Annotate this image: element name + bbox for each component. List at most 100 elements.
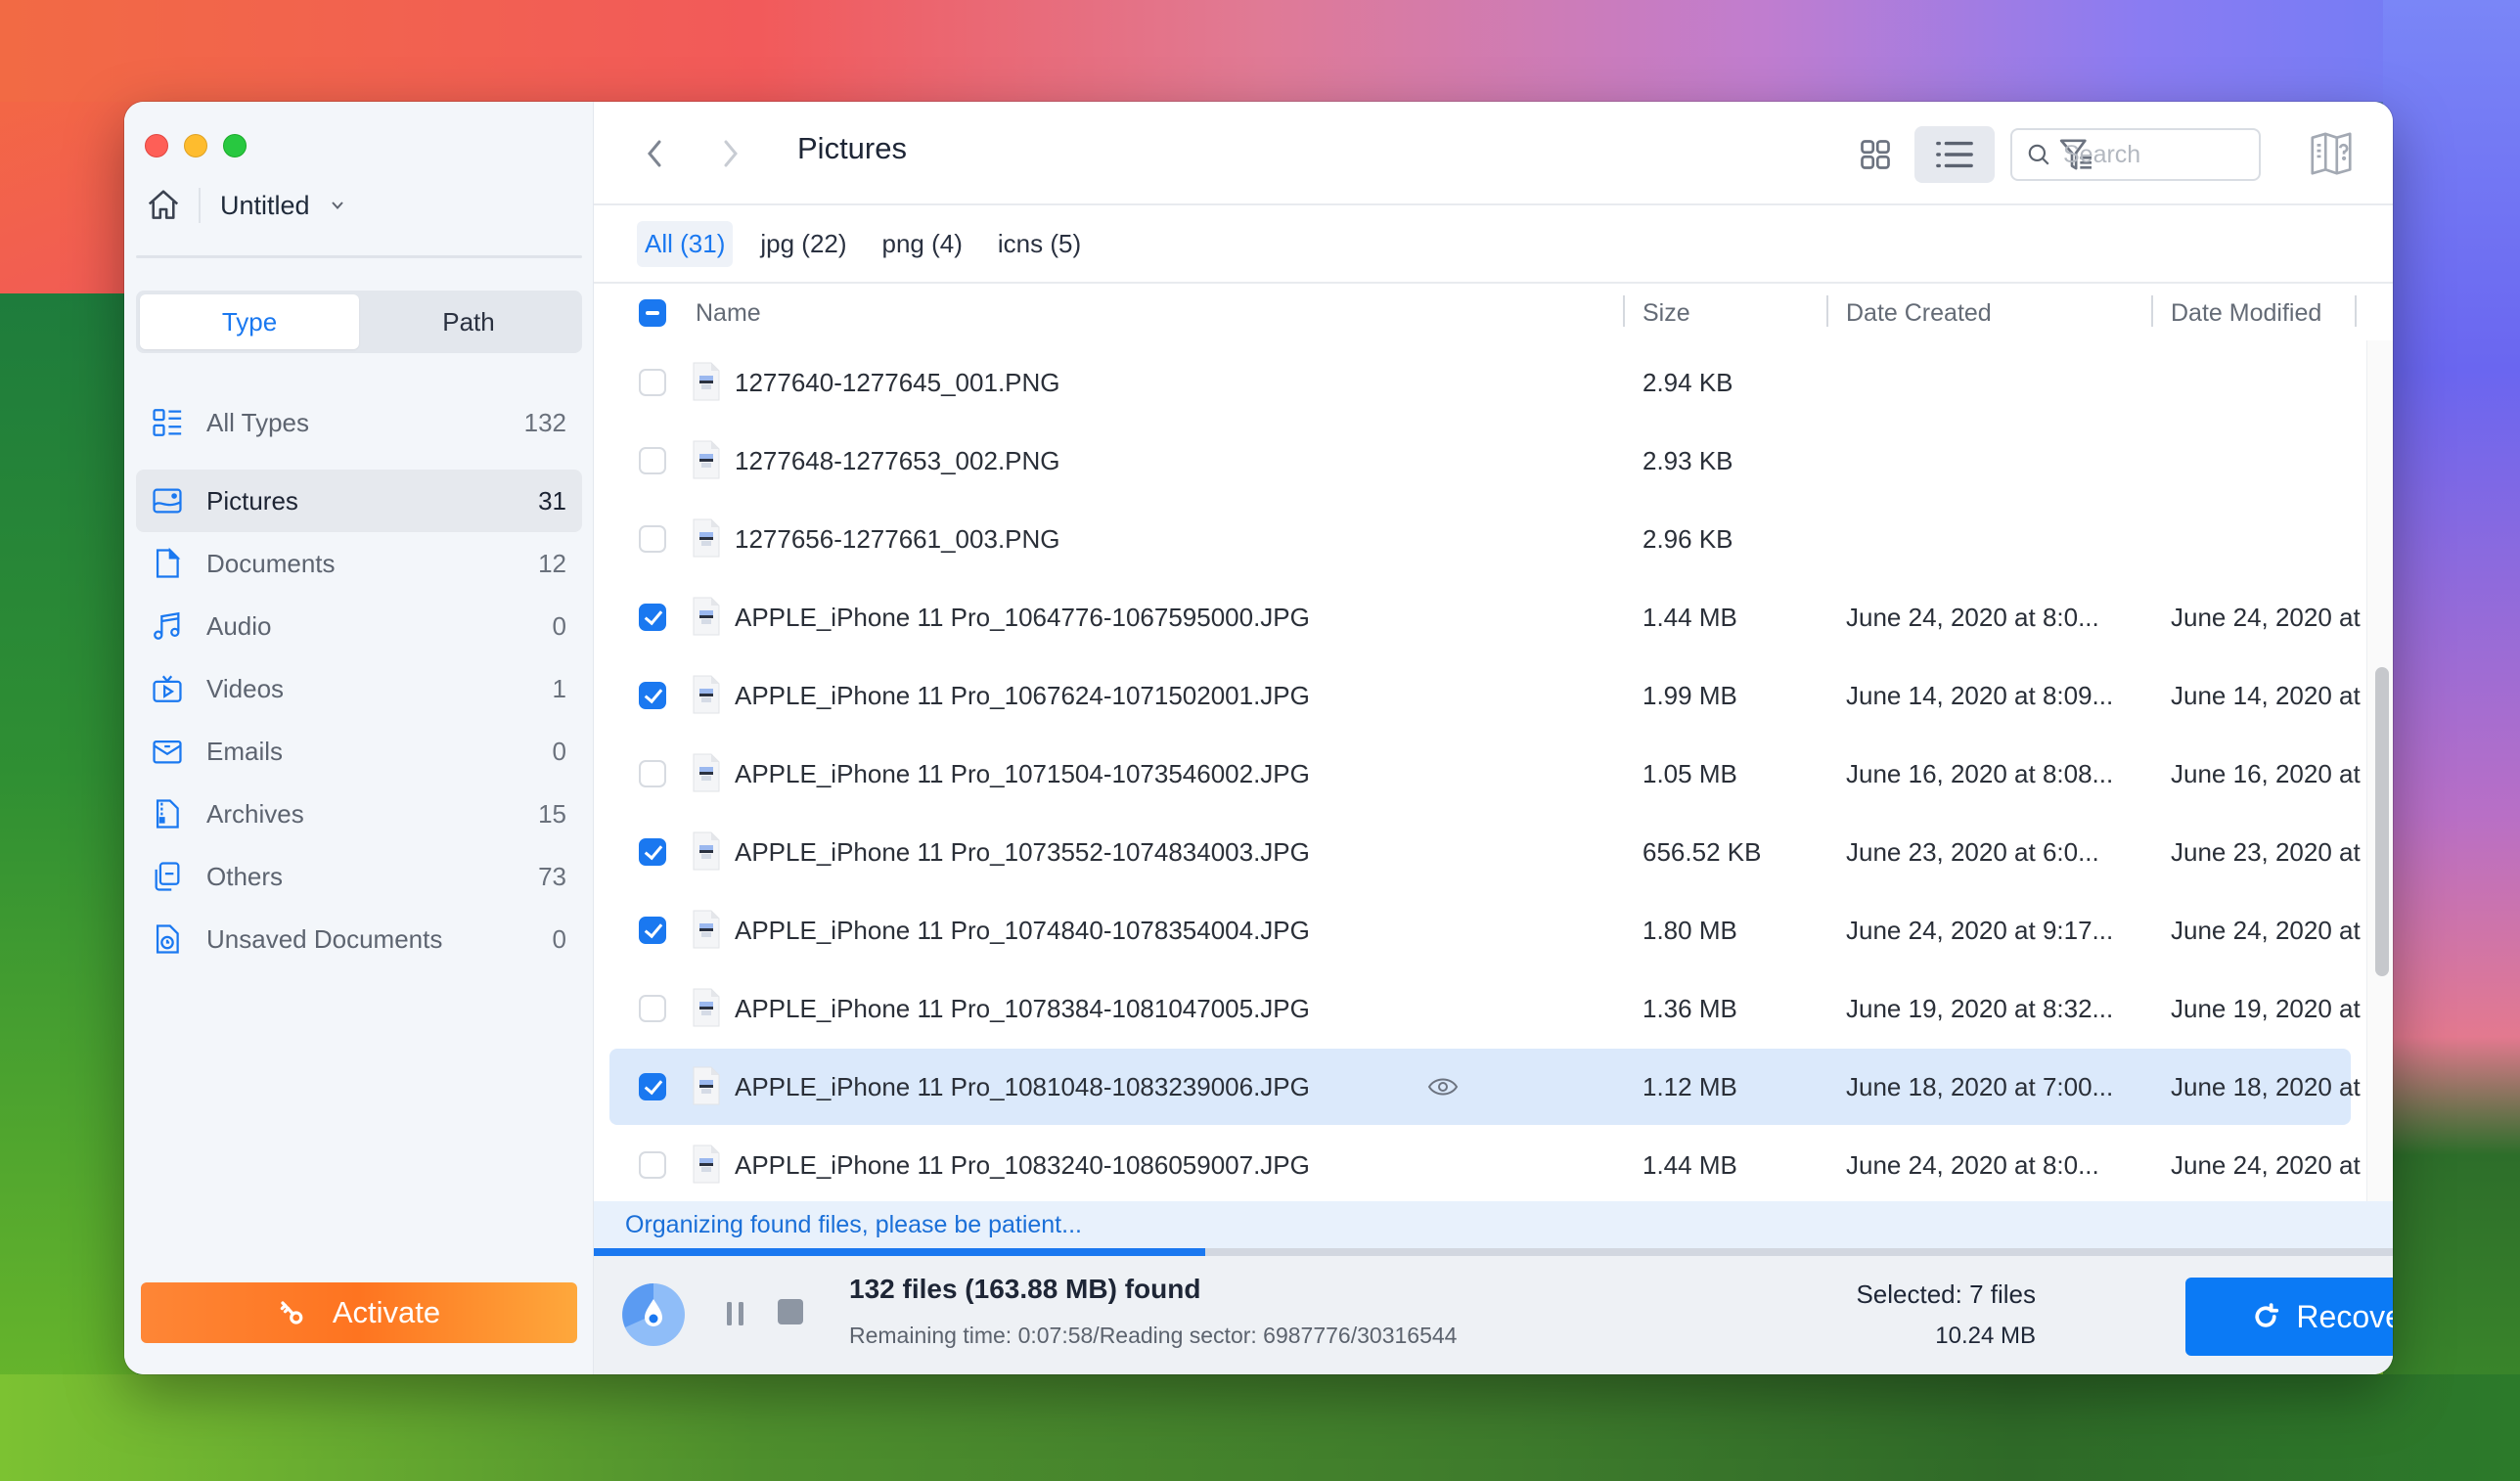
row-checkbox[interactable] bbox=[639, 838, 666, 866]
column-divider[interactable] bbox=[1826, 295, 1828, 327]
table-header: Name Size Date Created Date Modified bbox=[594, 284, 2374, 340]
file-date-modified: June 14, 2020 at 8:09... bbox=[2171, 681, 2366, 710]
help-manual-icon[interactable] bbox=[2302, 125, 2361, 184]
file-date-created: June 24, 2020 at 8:0... bbox=[1846, 603, 2099, 632]
sidebar-item-count: 73 bbox=[538, 861, 566, 891]
recover-button[interactable]: Recover bbox=[2185, 1278, 2393, 1356]
chevron-down-icon[interactable] bbox=[328, 196, 347, 215]
row-checkbox[interactable] bbox=[639, 995, 666, 1022]
tab-all[interactable]: All (31) bbox=[637, 220, 734, 267]
table-row[interactable]: 1277648-1277653_002.PNG 2.93 KB bbox=[609, 423, 2351, 499]
table-row[interactable]: APPLE_iPhone 11 Pro_1081048-1083239006.J… bbox=[609, 1049, 2366, 1125]
sidebar-item-videos[interactable]: Videos 1 bbox=[136, 657, 582, 720]
column-header-date-created[interactable]: Date Created bbox=[1846, 299, 1992, 328]
table-row[interactable]: APPLE_iPhone 11 Pro_1071504-1073546002.J… bbox=[609, 736, 2366, 812]
segment-path[interactable]: Path bbox=[359, 294, 578, 349]
image-file-icon bbox=[692, 362, 721, 401]
file-size: 2.93 KB bbox=[1642, 446, 1733, 475]
table-row[interactable]: 1277656-1277661_003.PNG 2.96 KB bbox=[609, 501, 2351, 577]
status-strip: Organizing found files, please be patien… bbox=[594, 1201, 2393, 1248]
row-checkbox[interactable] bbox=[639, 917, 666, 944]
activate-label: Activate bbox=[332, 1295, 441, 1329]
file-size: 2.96 KB bbox=[1642, 524, 1733, 554]
table-row[interactable]: APPLE_iPhone 11 Pro_1073552-1074834003.J… bbox=[609, 814, 2366, 890]
scrollbar-thumb[interactable] bbox=[2375, 667, 2389, 976]
column-divider[interactable] bbox=[2151, 295, 2153, 327]
row-checkbox[interactable] bbox=[639, 525, 666, 553]
scrollbar[interactable] bbox=[2366, 340, 2393, 1303]
sidebar-item-label: Pictures bbox=[206, 485, 298, 516]
table-row[interactable]: 1277640-1277645_001.PNG 2.94 KB bbox=[609, 344, 2351, 421]
file-date-modified: June 19, 2020 at 8:32... bbox=[2171, 994, 2366, 1023]
sidebar-item-emails[interactable]: Emails 0 bbox=[136, 720, 582, 783]
desktop-wallpaper-left bbox=[0, 293, 137, 1481]
unsaved-document-icon bbox=[150, 921, 185, 957]
column-header-name[interactable]: Name bbox=[696, 299, 761, 328]
sidebar-item-count: 1 bbox=[552, 673, 566, 703]
sidebar-item-documents[interactable]: Documents 12 bbox=[136, 532, 582, 595]
row-checkbox[interactable] bbox=[639, 1073, 666, 1100]
column-divider[interactable] bbox=[2355, 295, 2357, 327]
table-row[interactable]: APPLE_iPhone 11 Pro_1064776-1067595000.J… bbox=[609, 579, 2366, 655]
tab-jpg[interactable]: jpg (22) bbox=[752, 221, 854, 267]
tab-png[interactable]: png (4) bbox=[875, 221, 970, 267]
stop-button[interactable] bbox=[778, 1299, 803, 1324]
sidebar-item-count: 0 bbox=[552, 923, 566, 954]
search-input[interactable] bbox=[2063, 140, 2249, 169]
column-header-date-modified[interactable]: Date Modified bbox=[2171, 299, 2321, 328]
sidebar-item-label: Videos bbox=[206, 673, 285, 703]
table-row[interactable]: APPLE_iPhone 11 Pro_1078384-1081047005.J… bbox=[609, 970, 2366, 1047]
sidebar-item-count: 0 bbox=[552, 736, 566, 766]
sidebar-item-others[interactable]: Others 73 bbox=[136, 845, 582, 908]
sidebar-item-all-types[interactable]: All Types 132 bbox=[136, 391, 582, 454]
table-row[interactable]: APPLE_iPhone 11 Pro_1067624-1071502001.J… bbox=[609, 657, 2366, 734]
image-file-icon bbox=[692, 518, 721, 558]
select-all-checkbox[interactable] bbox=[639, 299, 666, 327]
music-note-icon bbox=[150, 608, 185, 644]
image-file-icon bbox=[692, 988, 721, 1027]
video-icon bbox=[150, 671, 185, 706]
key-icon bbox=[278, 1298, 307, 1327]
file-name: APPLE_iPhone 11 Pro_1083240-1086059007.J… bbox=[735, 1150, 1310, 1180]
pause-button[interactable] bbox=[719, 1297, 752, 1330]
file-size: 1.12 MB bbox=[1642, 1072, 1737, 1101]
zoom-window-button[interactable] bbox=[223, 134, 247, 157]
drive-name[interactable]: Untitled bbox=[220, 191, 310, 221]
file-date-created: June 24, 2020 at 9:17... bbox=[1846, 916, 2114, 945]
close-window-button[interactable] bbox=[145, 134, 168, 157]
filter-tabs: All (31) jpg (22) png (4) icns (5) bbox=[594, 205, 2393, 284]
preview-eye-icon[interactable] bbox=[1427, 1072, 1459, 1101]
file-size: 656.52 KB bbox=[1642, 837, 1762, 867]
grid-view-button[interactable] bbox=[1848, 127, 1903, 182]
segment-type[interactable]: Type bbox=[140, 294, 359, 349]
selected-size: 10.24 MB bbox=[1935, 1323, 2036, 1349]
forward-button[interactable] bbox=[713, 136, 748, 171]
row-checkbox[interactable] bbox=[639, 604, 666, 631]
activate-button[interactable]: Activate bbox=[141, 1282, 577, 1343]
table-row[interactable]: APPLE_iPhone 11 Pro_1083240-1086059007.J… bbox=[609, 1127, 2366, 1203]
sidebar-item-archives[interactable]: Archives 15 bbox=[136, 783, 582, 845]
minimize-window-button[interactable] bbox=[184, 134, 207, 157]
home-icon[interactable] bbox=[144, 186, 183, 225]
list-view-button[interactable] bbox=[1914, 126, 1995, 183]
desktop-wallpaper-right bbox=[2383, 0, 2520, 1481]
column-divider[interactable] bbox=[1623, 295, 1625, 327]
row-checkbox[interactable] bbox=[639, 682, 666, 709]
sidebar-item-audio[interactable]: Audio 0 bbox=[136, 595, 582, 657]
sidebar-item-unsaved-documents[interactable]: Unsaved Documents 0 bbox=[136, 908, 582, 970]
file-name: 1277640-1277645_001.PNG bbox=[735, 368, 1060, 397]
tab-icns[interactable]: icns (5) bbox=[990, 221, 1089, 267]
sidebar-divider bbox=[136, 255, 582, 258]
sidebar-item-pictures[interactable]: Pictures 31 bbox=[136, 470, 582, 532]
sidebar-item-label: Archives bbox=[206, 798, 304, 829]
row-checkbox[interactable] bbox=[639, 369, 666, 396]
row-checkbox[interactable] bbox=[639, 447, 666, 474]
row-checkbox[interactable] bbox=[639, 1151, 666, 1179]
column-header-size[interactable]: Size bbox=[1642, 299, 1690, 328]
divider bbox=[199, 188, 201, 223]
back-button[interactable] bbox=[637, 136, 672, 171]
table-row[interactable]: APPLE_iPhone 11 Pro_1074840-1078354004.J… bbox=[609, 892, 2366, 968]
file-name: APPLE_iPhone 11 Pro_1067624-1071502001.J… bbox=[735, 681, 1310, 710]
row-checkbox[interactable] bbox=[639, 760, 666, 787]
sidebar-item-label: Unsaved Documents bbox=[206, 923, 443, 954]
